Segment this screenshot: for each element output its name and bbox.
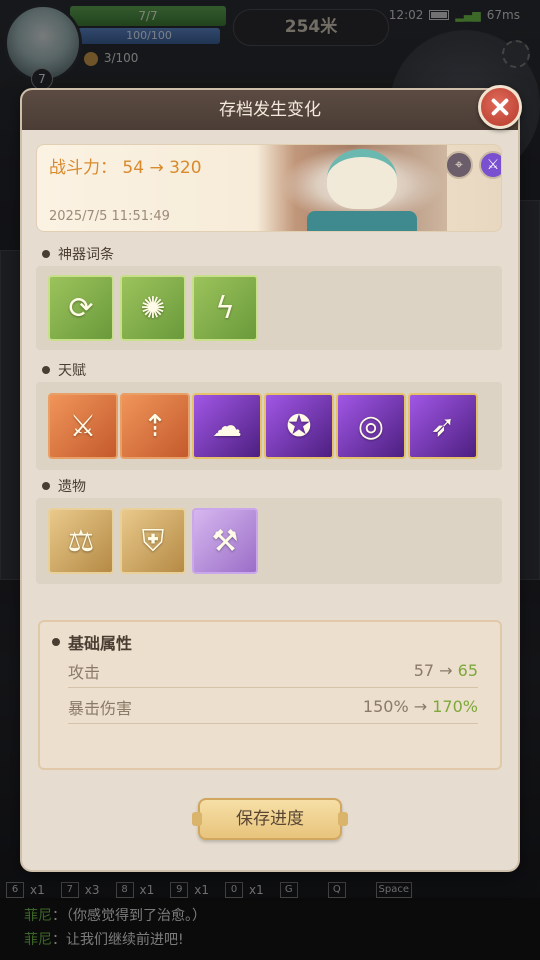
- tile-glyph: ✪: [286, 408, 312, 444]
- tile-glyph: ◎: [357, 408, 385, 444]
- section-title-artifacts: 神器词条: [42, 244, 114, 264]
- save-progress-button[interactable]: 保存进度: [192, 798, 348, 840]
- stat-values: 150% → 170%: [363, 697, 478, 716]
- dialog-title: 存档发生变化: [22, 90, 518, 130]
- tile-glyph: ⟳: [68, 290, 94, 326]
- combat-power-old: 54: [122, 158, 145, 178]
- tile-glyph: ☁: [212, 408, 242, 444]
- arrow-icon: →: [439, 661, 453, 680]
- orange-arrow-icon[interactable]: ⇡: [120, 393, 190, 459]
- section-title-relics: 遗物: [42, 476, 86, 496]
- stat-row-crit-damage: 暴击伤害 150% → 170%: [68, 690, 478, 724]
- crossed-swords-icon: ⚔: [479, 151, 501, 179]
- tile-glyph: ϟ: [215, 290, 235, 326]
- stat-values: 57 → 65: [414, 661, 478, 680]
- character-portrait-head: [327, 149, 397, 209]
- tile-glyph: ➶: [430, 408, 456, 444]
- stat-new-value: 65: [457, 661, 478, 680]
- green-lightning-icon[interactable]: ϟ: [192, 275, 258, 341]
- purple-magic-circle-icon[interactable]: ✪: [264, 393, 334, 459]
- tile-glyph: ⛨: [141, 523, 165, 559]
- stat-old-value: 150%: [362, 697, 409, 716]
- close-icon[interactable]: [478, 85, 522, 129]
- green-swirl-icon[interactable]: ⟳: [48, 275, 114, 341]
- tile-glyph: ⚔: [69, 408, 97, 444]
- stats-title: 基础属性: [52, 630, 132, 654]
- save-timestamp: 2025/7/5 11:51:49: [49, 209, 170, 224]
- section-title-talents: 天赋: [42, 360, 86, 380]
- stat-label: 攻击: [68, 662, 101, 682]
- stat-old-value: 57: [413, 661, 435, 680]
- tile-glyph: ⚒: [211, 523, 239, 559]
- artifact-list: ⟳ ✺ ϟ: [36, 266, 502, 350]
- green-flower-icon[interactable]: ✺: [120, 275, 186, 341]
- steel-helmet-icon[interactable]: ⛨: [120, 508, 186, 574]
- talent-list: ⚔ ⇡ ☁ ✪ ◎ ➶: [36, 382, 502, 470]
- character-portrait-scarf: [307, 211, 417, 231]
- relic-list: ⚖ ⛨ ⚒: [36, 498, 502, 584]
- silver-axe-icon[interactable]: ⚒: [192, 508, 258, 574]
- purple-dash-icon[interactable]: ➶: [408, 393, 478, 459]
- orange-sword-icon[interactable]: ⚔: [48, 393, 118, 459]
- character-summary-card: 战斗力： 54 → 320 2025/7/5 11:51:49 ⌖ ⚔: [36, 144, 502, 232]
- golden-scale-icon[interactable]: ⚖: [48, 508, 114, 574]
- purple-slash-icon[interactable]: ◎: [336, 393, 406, 459]
- stat-row-attack: 攻击 57 → 65: [68, 654, 478, 688]
- compass-icon: ⌖: [445, 151, 473, 179]
- tile-glyph: ⚖: [67, 523, 95, 559]
- tile-glyph: ⇡: [142, 408, 168, 444]
- save-changed-dialog: 存档发生变化 战斗力： 54 → 320 2025/7/5 11:51:49 ⌖…: [22, 90, 518, 870]
- combat-power-new: 320: [169, 158, 202, 178]
- tile-glyph: ✺: [140, 290, 166, 326]
- stat-new-value: 170%: [432, 697, 478, 716]
- combat-power-label: 战斗力：: [49, 158, 117, 178]
- base-stats-card: 基础属性 攻击 57 → 65 暴击伤害 150% → 170%: [38, 620, 502, 770]
- arrow-icon: →: [149, 158, 164, 178]
- purple-shadow-icon[interactable]: ☁: [192, 393, 262, 459]
- stat-label: 暴击伤害: [68, 698, 133, 718]
- combat-power: 战斗力： 54 → 320: [49, 153, 202, 178]
- arrow-icon: →: [413, 697, 428, 716]
